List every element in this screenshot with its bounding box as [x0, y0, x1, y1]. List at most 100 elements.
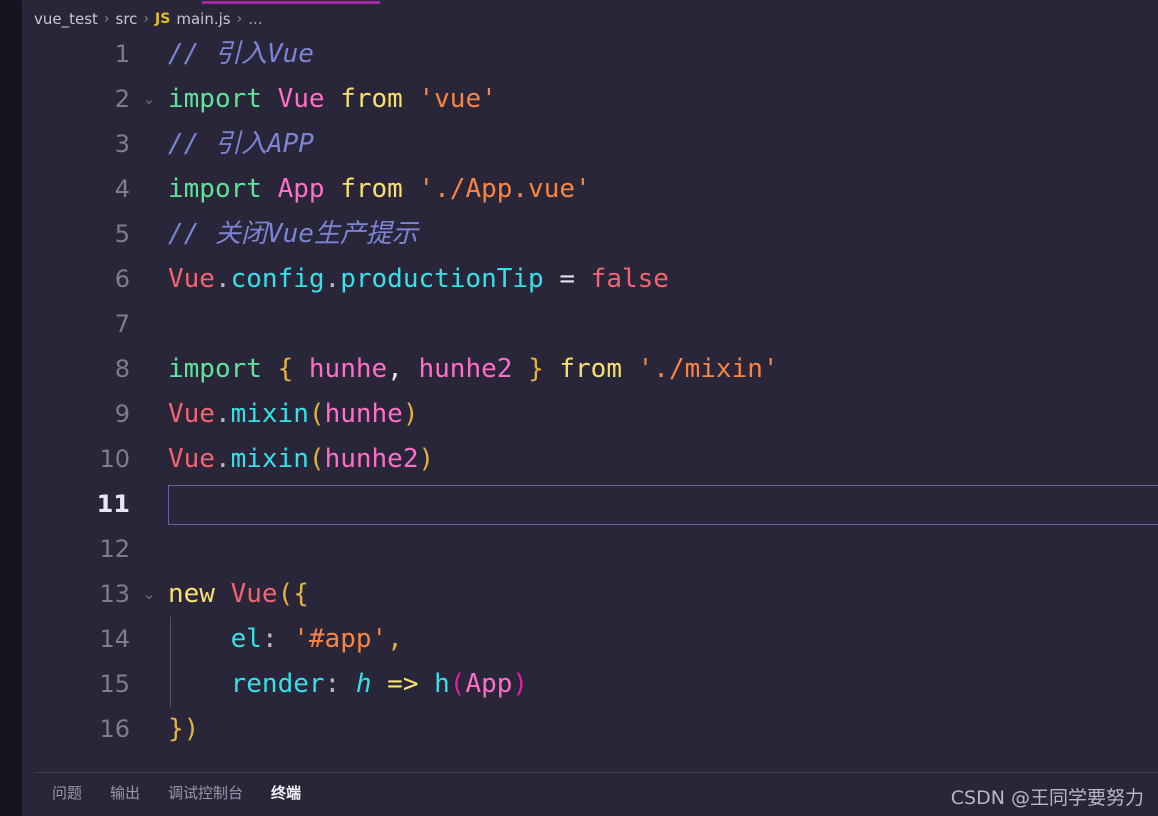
code-token: , — [387, 354, 419, 384]
line-number: 13 — [99, 580, 130, 608]
code-line[interactable]: 12 — [22, 527, 1158, 572]
code-line[interactable]: 15 render: h => h(App) — [22, 662, 1158, 707]
breadcrumb-item-folder-src[interactable]: src — [116, 10, 138, 28]
code-line-text: import App from './App.vue' — [168, 167, 591, 212]
chevron-down-icon[interactable]: ⌄ — [140, 572, 158, 617]
code-line[interactable]: 5 // 关闭Vue生产提示 — [22, 212, 1158, 257]
code-line[interactable]: 9 Vue.mixin(hunhe) — [22, 392, 1158, 437]
line-number: 4 — [114, 175, 130, 203]
panel-tab[interactable]: 输出 — [110, 782, 140, 803]
code-line-text: // 引入APP — [168, 122, 314, 167]
line-number: 11 — [96, 490, 130, 518]
code-line[interactable]: 10 Vue.mixin(hunhe2) — [22, 437, 1158, 482]
code-token: mixin — [230, 399, 309, 429]
code-token: : — [324, 669, 356, 699]
code-line[interactable]: 14 el: '#app', — [22, 617, 1158, 662]
code-token: h — [434, 669, 450, 699]
code-token: './mixin' — [637, 354, 779, 384]
line-number: 6 — [114, 265, 130, 293]
code-line[interactable]: 2 ⌄ import Vue from 'vue' — [22, 77, 1158, 122]
code-editor-surface[interactable]: 1// 引入Vue 2 ⌄ import Vue from 'vue' 3// 引入AP… — [22, 32, 1158, 772]
line-number: 1 — [114, 40, 130, 68]
code-token: el — [230, 624, 262, 654]
code-token: . — [324, 264, 341, 294]
code-token: hunhe — [308, 354, 388, 384]
code-line[interactable]: 7 — [22, 302, 1158, 347]
code-token: config — [230, 264, 325, 294]
code-token: , — [387, 624, 403, 654]
code-token: // 引入Vue — [168, 39, 314, 69]
breadcrumb-item-file-mainjs[interactable]: main.js — [176, 10, 230, 28]
code-token: from — [559, 354, 638, 384]
code-token: 'vue' — [418, 84, 497, 114]
code-line[interactable]: 8 import { hunhe, hunhe2 } from './mixin' — [22, 347, 1158, 392]
breadcrumb-item-folder-root[interactable]: vue_test — [34, 10, 98, 28]
code-token: hunhe2 — [418, 354, 529, 384]
breadcrumb-separator-icon: › — [236, 11, 243, 27]
code-line-text: import { hunhe, hunhe2 } from './mixin' — [168, 347, 779, 392]
code-token: = — [559, 264, 591, 294]
breadcrumb-separator-icon: › — [103, 11, 110, 27]
panel-tab[interactable]: 调试控制台 — [168, 782, 243, 803]
code-token: productionTip — [340, 264, 560, 294]
panel-tab[interactable]: 终端 — [271, 782, 301, 803]
code-token: App — [277, 174, 341, 204]
panel-top-divider — [34, 772, 1158, 773]
code-token: Vue — [168, 264, 215, 294]
breadcrumb-symbol-overflow[interactable]: ... — [248, 10, 262, 28]
code-token: import — [168, 354, 278, 384]
code-token: ) — [512, 669, 529, 699]
code-token: ( — [308, 444, 325, 474]
code-line[interactable]: 3 // 引入APP — [22, 122, 1158, 167]
code-line[interactable]: 6 Vue.config.productionTip = false — [22, 257, 1158, 302]
code-token: mixin — [230, 444, 309, 474]
code-token: Vue — [277, 84, 341, 114]
code-token: // 关闭Vue生产提示 — [168, 219, 418, 249]
breadcrumb[interactable]: vue_test › src › JS main.js › ... — [22, 6, 1158, 32]
code-line-list: 1// 引入Vue 2 ⌄ import Vue from 'vue' 3// 引入AP… — [22, 32, 1158, 752]
line-number: 15 — [99, 670, 130, 698]
line-number: 9 — [114, 400, 130, 428]
code-line-text: Vue.mixin(hunhe2) — [168, 437, 434, 482]
code-line[interactable]: 11 — [22, 482, 1158, 527]
code-token: { — [277, 354, 309, 384]
code-token: from — [340, 84, 419, 114]
chevron-down-icon[interactable]: ⌄ — [140, 77, 158, 122]
code-token: Vue — [168, 399, 215, 429]
vscode-window: vue_test › src › JS main.js › ... 1 // 引入… — [0, 0, 1158, 816]
code-line[interactable]: 13 ⌄ new Vue({ — [22, 572, 1158, 617]
editor-group: vue_test › src › JS main.js › ... 1 // 引入… — [22, 0, 1158, 816]
code-line[interactable]: 4 import App from './App.vue' — [22, 167, 1158, 212]
line-number: 14 — [99, 625, 130, 653]
code-token: h — [355, 669, 372, 699]
code-line-text: // 引入Vue — [168, 32, 314, 77]
code-token: { — [293, 579, 309, 609]
code-token: from — [340, 174, 419, 204]
code-token: } — [168, 714, 184, 744]
code-token: import — [168, 84, 278, 114]
code-token: Vue — [230, 579, 278, 609]
code-token: Vue — [168, 444, 215, 474]
code-token: . — [214, 399, 231, 429]
code-token: false — [590, 264, 669, 294]
code-token: import — [168, 174, 278, 204]
code-token: hunhe2 — [324, 444, 419, 474]
code-line-text: new Vue({ — [168, 572, 309, 617]
code-token: new — [168, 579, 231, 609]
active-tab-underline — [202, 1, 380, 4]
line-number: 2 — [114, 85, 130, 113]
code-line-text: render: h => h(App) — [168, 662, 528, 707]
js-file-icon: JS — [155, 11, 171, 27]
line-number: 8 — [114, 355, 130, 383]
code-line-text: el: '#app', — [168, 617, 403, 662]
code-token: ) — [183, 714, 200, 744]
code-line-text: }) — [168, 707, 199, 752]
code-line[interactable]: 16}) — [22, 707, 1158, 752]
code-token: './App.vue' — [418, 174, 591, 204]
panel-tab[interactable]: 问题 — [52, 782, 82, 803]
code-line[interactable]: 1 // 引入Vue — [22, 32, 1158, 77]
code-token: hunhe — [324, 399, 403, 429]
code-line-text: import Vue from 'vue' — [168, 77, 497, 122]
code-line-text: Vue.config.productionTip = false — [168, 257, 669, 302]
